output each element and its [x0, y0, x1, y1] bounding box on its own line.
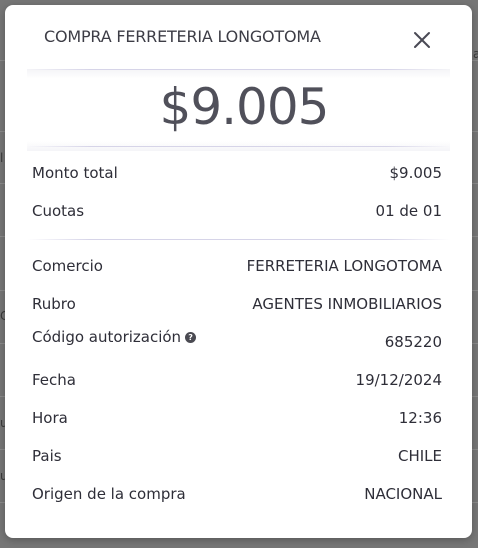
- category-value: AGENTES INMOBILIARIOS: [252, 295, 442, 313]
- modal-title: COMPRA FERRETERIA LONGOTOMA: [44, 27, 321, 46]
- authorization-code-value: 685220: [384, 333, 442, 351]
- country-value: CHILE: [397, 447, 442, 465]
- backdrop-text-fragment: a: [473, 47, 478, 61]
- question-circle-icon[interactable]: ?: [185, 332, 197, 343]
- category-label: Rubro: [32, 295, 76, 313]
- close-button[interactable]: [409, 27, 435, 53]
- total-value: $9.005: [389, 164, 443, 182]
- date-label: Fecha: [32, 371, 76, 389]
- time-value: 12:36: [398, 409, 442, 427]
- section-divider: [27, 239, 450, 240]
- total-label: Monto total: [32, 164, 118, 182]
- purchase-origin-label: Origen de la compra: [32, 485, 186, 503]
- close-icon: [414, 32, 430, 48]
- merchant-label: Comercio: [32, 257, 103, 275]
- country-label: Pais: [32, 447, 62, 465]
- time-label: Hora: [32, 409, 68, 427]
- authorization-code-label-text: Código autorización: [32, 328, 182, 346]
- total-amount: $9.005: [159, 78, 330, 136]
- date-value: 19/12/2024: [355, 371, 442, 389]
- authorization-code-label: Código autorización?: [32, 328, 197, 346]
- installments-value: 01 de 01: [375, 202, 442, 220]
- amount-bottom-divider: [27, 146, 450, 147]
- transaction-detail-modal: COMPRA FERRETERIA LONGOTOMA $9.005 Monto…: [5, 5, 472, 538]
- purchase-origin-value: NACIONAL: [364, 485, 442, 503]
- installments-label: Cuotas: [32, 202, 85, 220]
- backdrop-text-fragment: l: [0, 151, 4, 165]
- amount-top-divider: [27, 69, 450, 70]
- merchant-value: FERRETERIA LONGOTOMA: [246, 257, 442, 275]
